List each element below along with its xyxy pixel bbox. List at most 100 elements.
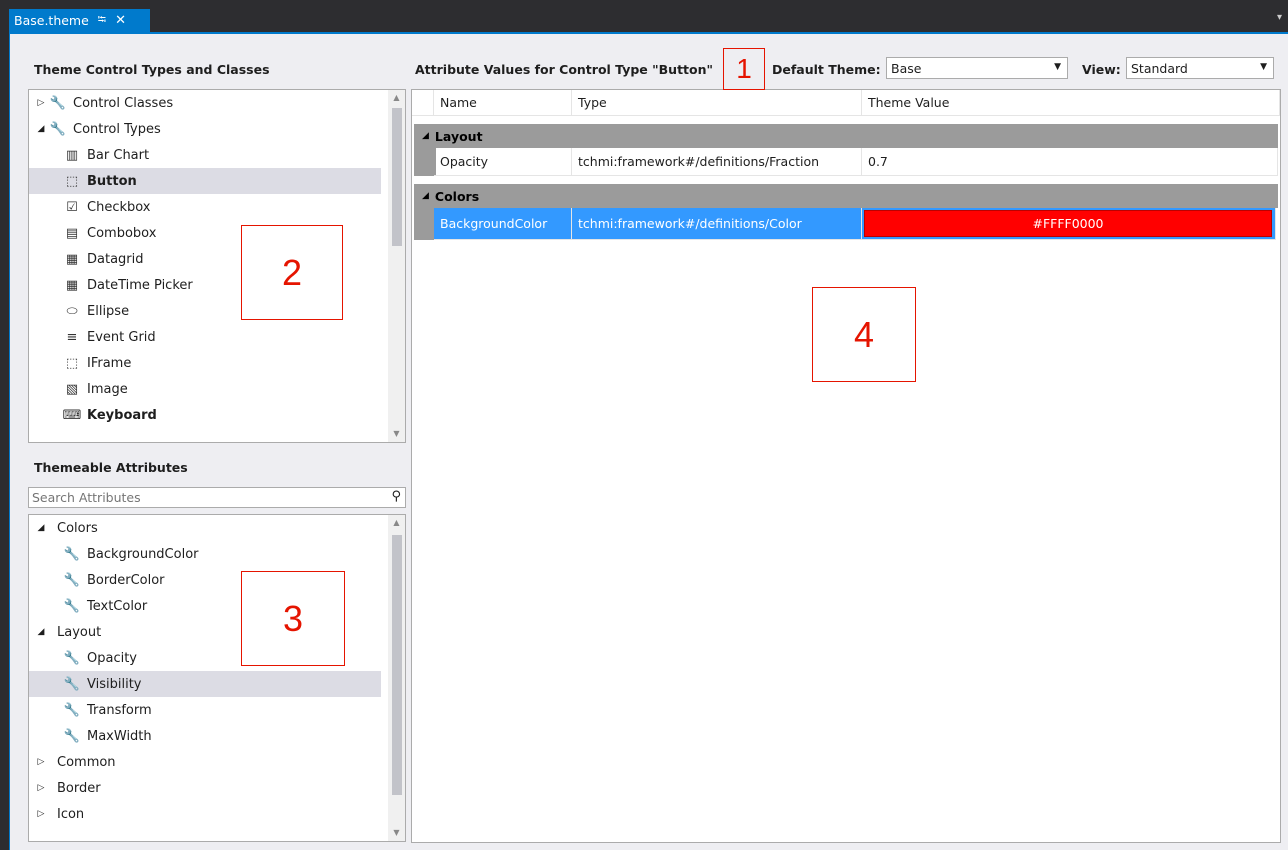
close-icon[interactable]: ✕ [115,13,126,28]
wrench-icon: 🔧 [63,598,81,614]
callout-2: 2 [241,225,343,320]
section-title-control-types: Theme Control Types and Classes [34,62,270,77]
search-attributes-input[interactable] [29,488,369,507]
cell-name-selected[interactable]: BackgroundColor [434,208,572,240]
tree-item-label: BorderColor [87,572,165,588]
section-title-attributes: Themeable Attributes [34,460,188,475]
tree-item-iframe[interactable]: ⬚ IFrame [29,350,381,376]
tree-item-visibility[interactable]: 🔧 Visibility [29,671,381,697]
cell-type-selected[interactable]: tchmi:framework#/definitions/Color [572,208,862,240]
default-theme-label: Default Theme: [772,62,881,77]
tree-item-colors[interactable]: ◢ Colors [29,515,381,541]
tab-overflow-icon[interactable]: ▾ [1277,12,1282,23]
tree-item-label: Icon [57,806,85,822]
tab-base-theme[interactable]: Base.theme ⭾ ✕ [9,9,150,32]
collapse-arrow-icon[interactable]: ◢ [33,523,49,533]
tree-item-button[interactable]: ⬚ Button [29,168,381,194]
tree-item-label: Keyboard [87,407,157,423]
tab-title: Base.theme [14,13,89,28]
group-name: Colors [434,188,480,204]
scroll-thumb[interactable] [392,535,402,795]
grid-corner [412,90,434,116]
collapse-arrow-icon[interactable]: ◢ [33,124,49,134]
collapse-arrow-icon[interactable]: ◢ [422,131,429,141]
search-attributes-box[interactable]: ⚲ [28,487,406,508]
group-row-layout[interactable]: ◢ Layout [414,124,1278,148]
tree-item-keyboard[interactable]: ⌨ Keyboard [29,402,381,428]
tree-item-maxwidth[interactable]: 🔧 MaxWidth [29,723,381,749]
tree-item-transform[interactable]: 🔧 Transform [29,697,381,723]
tree-item-label: Bar Chart [87,147,150,163]
tree-item-icon[interactable]: ▷ Icon [29,801,381,827]
expand-arrow-icon[interactable]: ▷ [33,757,49,767]
tree-item-label: TextColor [87,598,148,614]
tree-item-label: Visibility [87,676,142,692]
expand-arrow-icon[interactable]: ▷ [33,98,49,108]
pin-icon[interactable]: ⭾ [98,11,106,30]
collapse-arrow-icon[interactable]: ◢ [422,191,429,201]
column-header-type[interactable]: Type [572,90,862,116]
default-theme-value: Base [891,60,922,76]
combobox-icon: ▤ [65,225,79,241]
datagrid-icon: ▦ [65,251,79,267]
cell-theme-value[interactable]: 0.7 [862,148,1278,176]
expand-arrow-icon[interactable]: ▷ [33,783,49,793]
chevron-down-icon: ▼ [1260,62,1267,72]
cell-type[interactable]: tchmi:framework#/definitions/Fraction [572,148,862,176]
callout-3: 3 [241,571,345,666]
scroll-down-icon[interactable]: ▼ [388,825,405,841]
view-label: View: [1082,62,1121,77]
column-header-name[interactable]: Name [434,90,572,116]
row-header [414,208,436,240]
tree-item-common[interactable]: ▷ Common [29,749,381,775]
tree-item-backgroundcolor[interactable]: 🔧 BackgroundColor [29,541,381,567]
tree-item-label: DateTime Picker [87,277,193,293]
view-dropdown[interactable]: Standard ▼ [1126,57,1274,79]
tree-item-control-types[interactable]: ◢ 🔧 Control Types [29,116,381,142]
cell-name[interactable]: Opacity [434,148,572,176]
control-types-scrollbar[interactable]: ▲ ▼ [388,90,405,442]
document-tab-bar: Base.theme ⭾ ✕ ▾ [0,0,1288,32]
tree-item-control-classes[interactable]: ▷ 🔧 Control Classes [29,90,381,116]
scroll-up-icon[interactable]: ▲ [388,90,405,106]
scroll-thumb[interactable] [392,108,402,246]
event-grid-icon: ≡ [66,329,78,345]
expand-arrow-icon[interactable]: ▷ [33,809,49,819]
color-value-swatch[interactable]: #FFFF0000 [864,210,1272,237]
tree-item-label: BackgroundColor [87,546,199,562]
search-icon[interactable]: ⚲ [391,489,401,504]
view-value: Standard [1131,60,1188,76]
scroll-down-icon[interactable]: ▼ [388,426,405,442]
column-header-theme-value[interactable]: Theme Value [862,90,1280,116]
tree-item-label: Layout [57,624,102,640]
tree-item-checkbox[interactable]: ☑ Checkbox [29,194,381,220]
group-name: Layout [434,128,483,144]
tree-item-label: Common [57,754,116,770]
tree-item-label: IFrame [87,355,132,371]
row-header [414,148,436,176]
tree-item-event-grid[interactable]: ≡ Event Grid [29,324,381,350]
tree-item-image[interactable]: ▧ Image [29,376,381,402]
tree-item-label: Event Grid [87,329,156,345]
tree-item-label: Datagrid [87,251,144,267]
group-row-colors[interactable]: ◢ Colors [414,184,1278,208]
bar-chart-icon: ▥ [65,147,79,163]
tree-item-label: Image [87,381,128,397]
tree-item-border[interactable]: ▷ Border [29,775,381,801]
ellipse-icon: ⬭ [66,303,78,319]
default-theme-dropdown[interactable]: Base ▼ [886,57,1068,79]
callout-4: 4 [812,287,916,382]
collapse-arrow-icon[interactable]: ◢ [33,627,49,637]
wrench-icon: 🔧 [63,546,81,562]
theme-editor: Theme Control Types and Classes ▷ 🔧 Contro… [9,32,1288,850]
scroll-up-icon[interactable]: ▲ [388,515,405,531]
chevron-down-icon: ▼ [1054,62,1061,72]
attributes-tree: ◢ Colors 🔧 BackgroundColor 🔧 BorderColor 🔧 Text… [28,514,406,842]
control-types-tree: ▷ 🔧 Control Classes ◢ 🔧 Control Types ▥ Bar Cha… [28,89,406,443]
wrench-icon: 🔧 [63,676,81,692]
tree-item-bar-chart[interactable]: ▥ Bar Chart [29,142,381,168]
wrench-icon: 🔧 [63,728,81,744]
callout-1: 1 [723,48,765,90]
wrench-icon: 🔧 [49,121,67,137]
attributes-scrollbar[interactable]: ▲ ▼ [388,515,405,841]
